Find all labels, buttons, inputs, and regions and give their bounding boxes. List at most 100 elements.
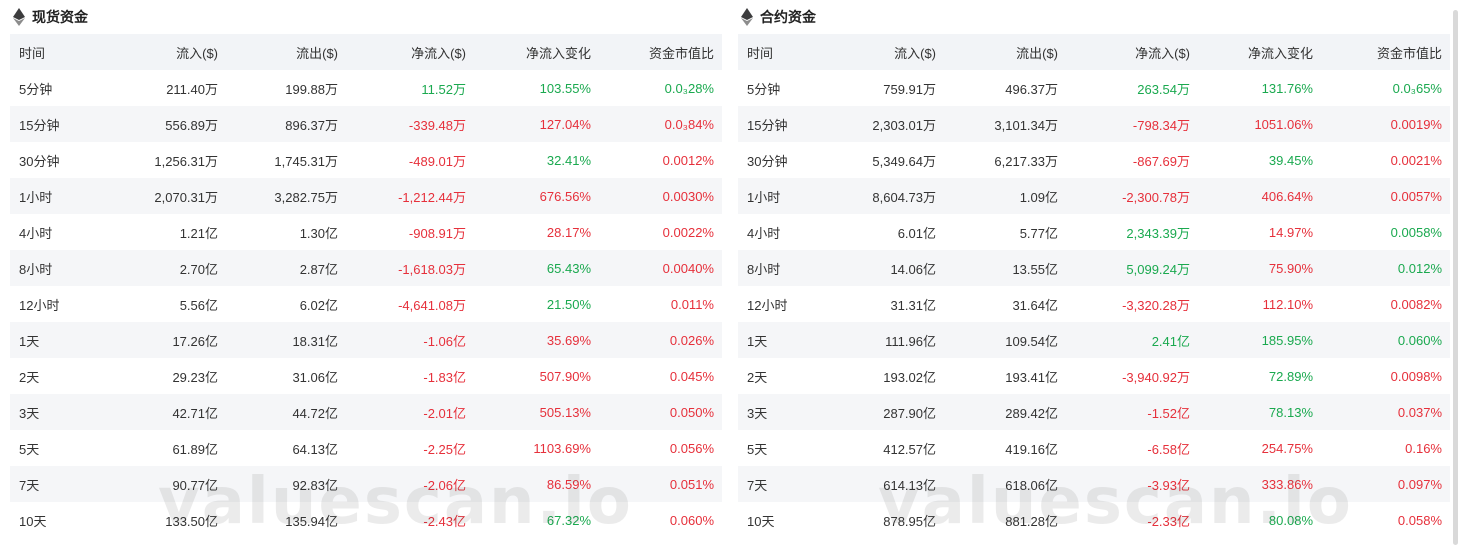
netflow-cell: -798.34万	[1132, 117, 1190, 133]
net-change-cell: 32.41%	[546, 152, 591, 168]
futures-funds-table: 时间 流入($) 流出($) 净流入($) 净流入变化 资金市值比 5分钟 759…	[738, 34, 1450, 538]
netflow-cell: -2.33亿	[1147, 513, 1190, 529]
outflow-cell: 31.64亿	[1012, 297, 1058, 313]
futures-funds-panel: 合约资金 时间 流入($) 流出($) 净流入($) 净流入变化 资金市值比 5…	[738, 0, 1450, 539]
netflow-cell: -1,212.44万	[398, 189, 466, 205]
time-cell: 2天	[19, 369, 40, 385]
netflow-cell: 5,099.24万	[1126, 261, 1190, 277]
table-row: 2天 193.02亿 193.41亿 -3,940.92万 72.89% 0.0098%	[738, 358, 1450, 394]
spot-table-body: 5分钟 211.40万 199.88万 11.52万 103.55% 0.0₃28% 15分…	[10, 70, 722, 538]
col-outflow[interactable]: 流出($)	[226, 34, 346, 70]
net-change-cell: 507.90%	[539, 368, 591, 384]
spot-funds-table: 时间 流入($) 流出($) 净流入($) 净流入变化 资金市值比 5分钟 211…	[10, 34, 722, 538]
time-cell: 4小时	[19, 225, 53, 241]
netflow-cell: -2.06亿	[423, 477, 466, 493]
net-change-cell: 35.69%	[546, 332, 591, 348]
mcap-ratio-cell: 0.0057%	[1390, 188, 1442, 204]
net-change-cell: 127.04%	[539, 116, 591, 132]
time-cell: 1小时	[19, 189, 53, 205]
spot-table-header: 时间 流入($) 流出($) 净流入($) 净流入变化 资金市值比	[10, 34, 722, 70]
outflow-cell: 496.37万	[1005, 81, 1058, 97]
mcap-ratio-cell: 0.0₃28%	[664, 80, 714, 96]
inflow-cell: 42.71亿	[172, 405, 218, 421]
table-row: 5天 61.89亿 64.13亿 -2.25亿 1103.69% 0.056%	[10, 430, 722, 466]
time-cell: 12小时	[19, 297, 60, 313]
table-row: 1天 17.26亿 18.31亿 -1.06亿 35.69% 0.026%	[10, 322, 722, 358]
mcap-ratio-cell: 0.16%	[1405, 440, 1442, 456]
net-change-cell: 65.43%	[546, 260, 591, 276]
inflow-cell: 759.91万	[883, 81, 936, 97]
net-change-cell: 14.97%	[1268, 224, 1313, 240]
inflow-cell: 614.13亿	[883, 477, 936, 493]
time-cell: 15分钟	[747, 117, 788, 133]
mcap-ratio-cell: 0.0030%	[662, 188, 714, 204]
inflow-cell: 2.70亿	[179, 261, 218, 277]
net-change-cell: 406.64%	[1261, 188, 1313, 204]
net-change-cell: 333.86%	[1261, 476, 1313, 492]
netflow-cell: -339.48万	[408, 117, 466, 133]
net-change-cell: 39.45%	[1268, 152, 1313, 168]
col-time[interactable]: 时间	[738, 34, 834, 70]
mcap-ratio-cell: 0.012%	[1397, 260, 1442, 276]
net-change-cell: 80.08%	[1268, 512, 1313, 528]
outflow-cell: 193.41亿	[1005, 369, 1058, 385]
col-time[interactable]: 时间	[10, 34, 106, 70]
col-mcap-ratio[interactable]: 资金市值比	[599, 34, 722, 70]
mcap-ratio-cell: 0.056%	[669, 440, 714, 456]
time-cell: 7天	[747, 477, 768, 493]
inflow-cell: 2,303.01万	[872, 117, 936, 133]
mcap-ratio-cell: 0.037%	[1397, 404, 1442, 420]
mcap-ratio-cell: 0.060%	[669, 512, 714, 528]
table-row: 30分钟 1,256.31万 1,745.31万 -489.01万 32.41% 0.00…	[10, 142, 722, 178]
col-inflow[interactable]: 流入($)	[834, 34, 944, 70]
net-change-cell: 28.17%	[546, 224, 591, 240]
page-scrollbar[interactable]	[1453, 10, 1458, 545]
col-netflow[interactable]: 净流入($)	[1066, 34, 1198, 70]
inflow-cell: 878.95亿	[883, 513, 936, 529]
outflow-cell: 896.37万	[285, 117, 338, 133]
mcap-ratio-cell: 0.050%	[669, 404, 714, 420]
inflow-cell: 90.77亿	[172, 477, 218, 493]
mcap-ratio-cell: 0.0058%	[1390, 224, 1442, 240]
inflow-cell: 5.56亿	[179, 297, 218, 313]
outflow-cell: 31.06亿	[292, 369, 338, 385]
mcap-ratio-cell: 0.0₃65%	[1392, 80, 1442, 96]
table-row: 8小时 2.70亿 2.87亿 -1,618.03万 65.43% 0.0040%	[10, 250, 722, 286]
net-change-cell: 131.76%	[1261, 80, 1313, 96]
table-row: 8小时 14.06亿 13.55亿 5,099.24万 75.90% 0.012%	[738, 250, 1450, 286]
col-outflow[interactable]: 流出($)	[944, 34, 1066, 70]
col-net-change[interactable]: 净流入变化	[1198, 34, 1321, 70]
table-row: 3天 42.71亿 44.72亿 -2.01亿 505.13% 0.050%	[10, 394, 722, 430]
inflow-cell: 287.90亿	[883, 405, 936, 421]
outflow-cell: 44.72亿	[292, 405, 338, 421]
mcap-ratio-cell: 0.051%	[669, 476, 714, 492]
outflow-cell: 13.55亿	[1012, 261, 1058, 277]
outflow-cell: 6,217.33万	[994, 153, 1058, 169]
col-mcap-ratio[interactable]: 资金市值比	[1321, 34, 1450, 70]
table-row: 5分钟 211.40万 199.88万 11.52万 103.55% 0.0₃28%	[10, 70, 722, 106]
table-row: 5天 412.57亿 419.16亿 -6.58亿 254.75% 0.16%	[738, 430, 1450, 466]
net-change-cell: 254.75%	[1261, 440, 1313, 456]
net-change-cell: 505.13%	[539, 404, 591, 420]
time-cell: 1天	[19, 333, 40, 349]
outflow-cell: 64.13亿	[292, 441, 338, 457]
outflow-cell: 3,101.34万	[994, 117, 1058, 133]
time-cell: 5分钟	[747, 81, 781, 97]
netflow-cell: -1.52亿	[1147, 405, 1190, 421]
futures-panel-title: 合约资金	[760, 9, 816, 25]
inflow-cell: 133.50亿	[165, 513, 218, 529]
time-cell: 30分钟	[747, 153, 788, 169]
netflow-cell: -3,320.28万	[1122, 297, 1190, 313]
inflow-cell: 1.21亿	[179, 225, 218, 241]
netflow-cell: -2.43亿	[423, 513, 466, 529]
col-inflow[interactable]: 流入($)	[106, 34, 226, 70]
netflow-cell: 11.52万	[421, 81, 466, 97]
mcap-ratio-cell: 0.0098%	[1390, 368, 1442, 384]
netflow-cell: -6.58亿	[1147, 441, 1190, 457]
col-net-change[interactable]: 净流入变化	[474, 34, 599, 70]
col-netflow[interactable]: 净流入($)	[346, 34, 474, 70]
inflow-cell: 556.89万	[165, 117, 218, 133]
table-row: 15分钟 2,303.01万 3,101.34万 -798.34万 1051.06% 0.…	[738, 106, 1450, 142]
inflow-cell: 31.31亿	[890, 297, 936, 313]
net-change-cell: 75.90%	[1268, 260, 1313, 276]
